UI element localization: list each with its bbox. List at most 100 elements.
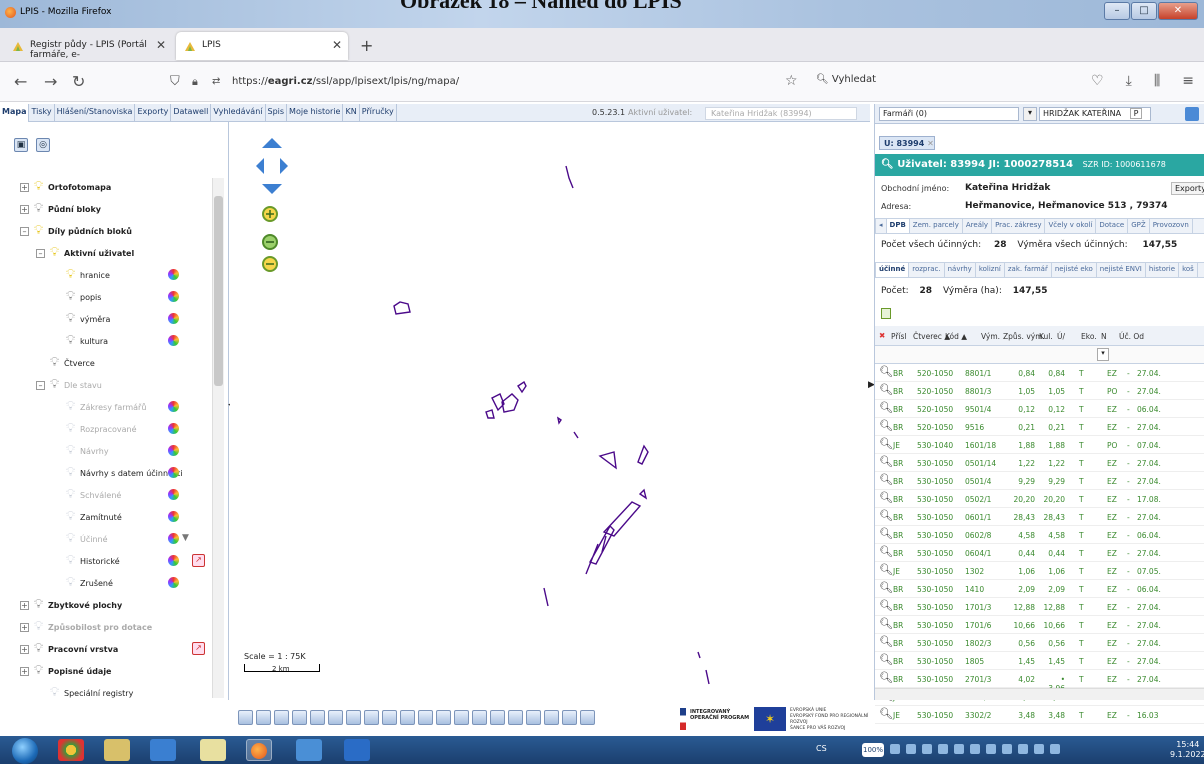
app-taskbar-icon[interactable]: [296, 739, 322, 761]
table-row[interactable]: 🔍︎ BR 520-1050 8801/3 1,05 1,05 T PO 27.04. -: [875, 382, 1204, 400]
lightbulb-icon[interactable]: 💡︎: [66, 443, 75, 458]
detail-tab[interactable]: Areály: [963, 219, 993, 233]
zoom-to-parcel-icon[interactable]: 🔍︎: [879, 491, 893, 504]
menu-item-moje-historie[interactable]: Moje historie: [287, 104, 344, 122]
lightbulb-icon[interactable]: 💡︎: [66, 487, 75, 502]
zoom-to-parcel-icon[interactable]: 🔍︎: [879, 653, 893, 666]
measure-tool-icon[interactable]: [238, 710, 253, 725]
table-row[interactable]: 🔍︎BR530-10502701/34,02• 3,96TEZ27.04.-: [875, 670, 1204, 693]
layer-node[interactable]: 💡︎ Zamítnuté: [0, 508, 212, 528]
start-button[interactable]: [12, 738, 38, 764]
color-palette-icon[interactable]: [168, 511, 179, 522]
back-button[interactable]: ←: [14, 72, 27, 91]
language-indicator[interactable]: CS: [816, 744, 827, 753]
layer-node[interactable]: 💡︎ Návrhy s datem účinnosti: [0, 464, 212, 484]
table-row[interactable]: 🔍︎ BR 530-1050 0604/1 0,44 0,44 T EZ 27.04. -: [875, 544, 1204, 562]
parcel-shape[interactable]: [573, 431, 579, 439]
zoom-to-parcel-icon[interactable]: 🔍︎: [879, 617, 893, 630]
color-palette-icon[interactable]: [168, 555, 179, 566]
expand-toggle-icon[interactable]: +: [20, 623, 29, 632]
close-tab-icon[interactable]: ✕: [156, 38, 166, 52]
table-row[interactable]: 🔍︎ BR 530-1050 1701/3 12,88 12,88 T EZ 27.04. -: [875, 598, 1204, 616]
table-row[interactable]: 🔍︎ JE 530-1050 3302/2 3,48 3,48 T EZ 16.03-: [875, 706, 1204, 724]
lightbulb-icon[interactable]: 💡︎: [66, 421, 75, 436]
expand-toggle-icon[interactable]: +: [20, 601, 29, 610]
search-tool-icon[interactable]: [508, 710, 523, 725]
zoom-to-parcel-icon[interactable]: 🔍︎: [879, 365, 893, 378]
column-header[interactable]: N: [1101, 332, 1107, 341]
layer-node[interactable]: 💡︎ hranice: [0, 266, 212, 286]
user-tab[interactable]: U: 83994 ✕: [879, 136, 935, 150]
table-row[interactable]: 🔍︎ BR 530-1050 0501/14 1,22 1,22 T EZ 27.04. -: [875, 454, 1204, 472]
parcel-shape[interactable]: [637, 444, 649, 465]
settings-tool-icon[interactable]: [544, 710, 559, 725]
note-tool-icon[interactable]: [436, 710, 451, 725]
column-header[interactable]: Ú/: [1057, 332, 1065, 341]
link-icon[interactable]: ↗: [192, 554, 205, 567]
minimize-button[interactable]: –: [1104, 2, 1130, 20]
zoom-to-parcel-icon[interactable]: 🔍︎: [879, 635, 893, 648]
color-palette-icon[interactable]: [168, 335, 179, 346]
lightbulb-icon[interactable]: 💡︎: [34, 223, 43, 238]
map-canvas[interactable]: Scale = 1 : 75K 2 km: [230, 122, 868, 700]
zoom-to-parcel-icon[interactable]: 🔍︎: [879, 509, 893, 522]
reload-button[interactable]: ↻: [72, 72, 85, 91]
layer-node[interactable]: 💡︎ Historické ↗: [0, 552, 212, 572]
volume-icon[interactable]: [1050, 744, 1060, 754]
maximize-button[interactable]: □: [1131, 2, 1157, 20]
detail-tab[interactable]: Včely v okolí: [1045, 219, 1097, 233]
layer-node[interactable]: + 💡︎ Způsobilost pro dotace: [0, 618, 212, 638]
lightbulb-icon[interactable]: 💡︎: [34, 597, 43, 612]
parcel-shape[interactable]: [565, 165, 574, 189]
expand-toggle-icon[interactable]: +: [20, 667, 29, 676]
state-tab[interactable]: nejisté ENVI: [1097, 263, 1146, 277]
draw-tool-icon[interactable]: [346, 710, 361, 725]
print-tool-icon[interactable]: [274, 710, 289, 725]
refresh-icon[interactable]: ◎: [36, 138, 50, 152]
parcel-shape[interactable]: [585, 488, 648, 575]
parcel-shape[interactable]: [705, 669, 710, 685]
pocket-icon[interactable]: ♡: [1091, 73, 1104, 89]
zoom-to-parcel-icon[interactable]: 🔍︎: [879, 401, 893, 414]
zoom-to-parcel-icon[interactable]: 🔍︎: [879, 599, 893, 612]
lock-icon[interactable]: 🔒︎: [192, 75, 198, 89]
zoom-to-parcel-icon[interactable]: 🔍︎: [879, 383, 893, 396]
lightbulb-icon[interactable]: 💡︎: [66, 509, 75, 524]
expand-toggle-icon[interactable]: –: [20, 227, 29, 236]
table-row[interactable]: 🔍︎ BR 530-1050 0502/1 20,20 20,20 T EZ 17.08. -: [875, 490, 1204, 508]
detail-tab[interactable]: GPŽ: [1128, 219, 1150, 233]
tab-lpis[interactable]: LPIS ✕: [176, 32, 348, 60]
color-palette-icon[interactable]: [168, 291, 179, 302]
clock[interactable]: 15:44 9.1.2022: [1170, 740, 1204, 760]
expand-toggle-icon[interactable]: +: [20, 205, 29, 214]
column-header[interactable]: Eko.: [1081, 332, 1097, 341]
tray-icon[interactable]: [970, 744, 980, 754]
table-row[interactable]: 🔍︎ JE 530-1040 1601/18 1,88 1,88 T PO 07.04. -: [875, 436, 1204, 454]
detail-tab[interactable]: DPB: [886, 219, 910, 233]
lightbulb-icon[interactable]: 💡︎: [34, 619, 43, 634]
layer-node[interactable]: 💡︎ Zákresy farmářů: [0, 398, 212, 418]
column-header[interactable]: Přísl: [891, 332, 907, 341]
tray-icon[interactable]: [986, 744, 996, 754]
search-box[interactable]: 🔍︎ Vyhledat: [816, 74, 876, 85]
zoom-to-parcel-icon[interactable]: 🔍︎: [879, 563, 893, 576]
layer-node[interactable]: 💡︎ Účinné ▼: [0, 530, 212, 550]
save-icon[interactable]: ▣: [14, 138, 28, 152]
state-tab[interactable]: návrhy: [945, 263, 976, 277]
state-tab[interactable]: nejisté eko: [1052, 263, 1097, 277]
lightbulb-icon[interactable]: 💡︎: [34, 641, 43, 656]
import-tool-icon[interactable]: [490, 710, 505, 725]
menu-item-vyhledavani[interactable]: Vyhledávání: [211, 104, 266, 122]
lightbulb-icon[interactable]: 💡︎: [50, 355, 59, 370]
lightbulb-icon[interactable]: 💡︎: [50, 685, 59, 698]
tray-icon[interactable]: [954, 744, 964, 754]
layer-node[interactable]: + 💡︎ Půdní bloky: [0, 200, 212, 220]
word-taskbar-icon[interactable]: [344, 739, 370, 761]
photo-tool-icon[interactable]: [526, 710, 541, 725]
zoom-to-parcel-icon[interactable]: 🔍︎: [879, 527, 893, 540]
layer-node[interactable]: 💡︎ Speciální registry: [0, 684, 212, 698]
menu-item-exporty[interactable]: Exporty: [135, 104, 172, 122]
tray-icon[interactable]: [890, 744, 900, 754]
layer-node[interactable]: 💡︎ Schválené: [0, 486, 212, 506]
column-header[interactable]: Kód ▲: [945, 332, 967, 341]
